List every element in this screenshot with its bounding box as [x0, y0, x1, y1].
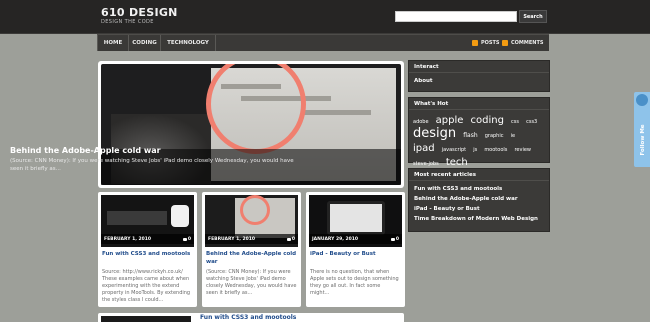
- ipad-graphic: [327, 201, 385, 235]
- comment-count-value: 0: [395, 236, 399, 242]
- comment-icon: [286, 237, 291, 241]
- search-input[interactable]: [395, 11, 517, 22]
- recent-article-link[interactable]: Time Breakdown of Modern Web Design: [414, 214, 544, 224]
- sidebar-link-about[interactable]: About: [409, 73, 549, 89]
- nav-home[interactable]: HOME: [97, 35, 129, 51]
- tag-link[interactable]: steve-jobs: [413, 161, 439, 167]
- tag-link[interactable]: review: [514, 147, 531, 153]
- code-graphic: [107, 211, 167, 225]
- comment-count-value: 0: [187, 236, 191, 242]
- tag-link[interactable]: ie: [511, 133, 515, 139]
- tag-link[interactable]: css3: [526, 119, 537, 125]
- interact-widget: Interact About: [408, 60, 550, 92]
- tag-link[interactable]: apple: [436, 115, 464, 126]
- tag-link[interactable]: js: [473, 147, 477, 153]
- post-row[interactable]: Fun with CSS3 and mootools: [98, 313, 404, 322]
- comments-feed-label: COMMENTS: [511, 40, 544, 46]
- recent-articles-list: Fun with CSS3 and mootools Behind the Ad…: [409, 181, 549, 227]
- tag-cloud: adobe apple coding css css3 design flash…: [409, 110, 549, 172]
- post-card-meta: FEBRUARY 1, 2010 0: [205, 234, 298, 244]
- tag-link[interactable]: ipad: [413, 143, 435, 154]
- post-date: FEBRUARY 1, 2010: [208, 236, 256, 242]
- follow-me-tab[interactable]: Follow Me: [634, 92, 650, 167]
- post-card[interactable]: JANUARY 29, 2010 0 iPad - Beauty or Bust…: [306, 192, 405, 307]
- whats-hot-widget: What's Hot adobe apple coding css css3 d…: [408, 97, 550, 168]
- post-card-title[interactable]: Fun with CSS3 and mootools: [102, 251, 193, 259]
- recent-article-link[interactable]: iPad - Beauty or Bust: [414, 204, 544, 214]
- recent-articles-widget: Most recent articles Fun with CSS3 and m…: [408, 168, 550, 232]
- tag-link[interactable]: tech: [446, 157, 468, 168]
- follow-me-label: Follow Me: [640, 124, 646, 156]
- rss-icon: [472, 40, 478, 46]
- recent-article-link[interactable]: Behind the Adobe-Apple cold war: [414, 194, 544, 204]
- post-card-excerpt: There is no question, that when Apple se…: [310, 269, 399, 296]
- widget-heading: What's Hot: [409, 98, 549, 110]
- highlight-circle: [240, 195, 270, 225]
- tag-link[interactable]: javascript: [442, 147, 466, 153]
- featured-post-title[interactable]: Behind the Adobe-Apple cold war: [10, 146, 161, 155]
- post-card-excerpt: (Source: CNN Money): If you were watchin…: [206, 269, 297, 296]
- screen-row: [301, 110, 371, 115]
- rss-icon: [502, 40, 508, 46]
- post-card-meta: JANUARY 29, 2010 0: [309, 234, 402, 244]
- tag-link[interactable]: flash: [463, 132, 477, 139]
- comment-count[interactable]: 0: [390, 236, 399, 242]
- comments-feed-link[interactable]: COMMENTS: [502, 39, 543, 47]
- post-card-title[interactable]: iPad - Beauty or Bust: [310, 251, 401, 259]
- comment-icon: [182, 237, 187, 241]
- post-row-title[interactable]: Fun with CSS3 and mootools: [200, 314, 296, 321]
- post-date: JANUARY 29, 2010: [312, 236, 359, 242]
- widget-heading: Interact: [409, 61, 549, 73]
- post-date: FEBRUARY 1, 2010: [104, 236, 152, 242]
- robot-graphic: [171, 205, 189, 227]
- search-button[interactable]: Search: [519, 10, 547, 23]
- site-title[interactable]: 610 DESIGN: [101, 6, 178, 19]
- nav-technology[interactable]: TECHNOLOGY: [161, 35, 216, 51]
- posts-feed-label: POSTS: [481, 40, 500, 46]
- nav-coding[interactable]: CODING: [129, 35, 161, 51]
- comment-count-value: 0: [291, 236, 295, 242]
- tag-link[interactable]: coding: [471, 115, 504, 126]
- site-tagline: DESIGN THE CODE: [101, 19, 154, 25]
- post-card[interactable]: FEBRUARY 1, 2010 0 Behind the Adobe-Appl…: [202, 192, 301, 307]
- featured-post-excerpt: (Source: CNN Money): If you were watchin…: [10, 158, 294, 172]
- post-card[interactable]: FEBRUARY 1, 2010 0 Fun with CSS3 and moo…: [98, 192, 197, 307]
- tag-link[interactable]: graphic: [485, 133, 504, 139]
- post-card-excerpt: Source: http://www.rickyh.co.uk/ These e…: [102, 269, 191, 303]
- tag-link[interactable]: adobe: [413, 119, 429, 125]
- tag-link[interactable]: design: [413, 126, 456, 141]
- twitter-bird-icon: [636, 94, 648, 106]
- main-nav: HOME CODING TECHNOLOGY POSTS COMMENTS: [97, 34, 549, 51]
- post-card-title[interactable]: Behind the Adobe-Apple cold war: [206, 251, 297, 266]
- comment-count[interactable]: 0: [286, 236, 295, 242]
- comment-icon: [390, 237, 395, 241]
- tag-link[interactable]: css: [511, 119, 519, 125]
- post-card-meta: FEBRUARY 1, 2010 0: [101, 234, 194, 244]
- comment-count[interactable]: 0: [182, 236, 191, 242]
- post-row-thumbnail[interactable]: [101, 316, 191, 322]
- recent-article-link[interactable]: Fun with CSS3 and mootools: [414, 184, 544, 194]
- tag-link[interactable]: mootools: [484, 147, 507, 153]
- widget-heading: Most recent articles: [409, 169, 549, 181]
- posts-feed-link[interactable]: POSTS: [472, 39, 500, 47]
- header-bar: 610 DESIGN DESIGN THE CODE Search: [0, 0, 650, 34]
